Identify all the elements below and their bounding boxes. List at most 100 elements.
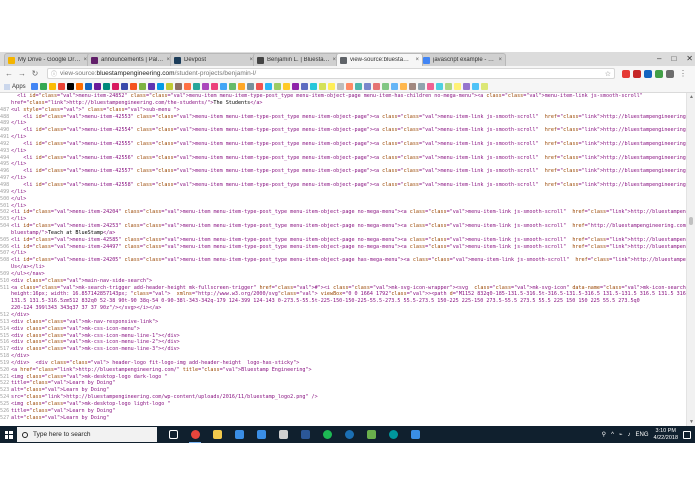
extension-adblock-icon[interactable]	[622, 69, 630, 78]
steam-icon[interactable]	[341, 427, 357, 443]
app-icon[interactable]	[363, 427, 379, 443]
browser-tab[interactable]: view-source:bluestampe ×	[336, 53, 423, 66]
bookmark-favicon-icon[interactable]	[102, 83, 110, 90]
browser-tab[interactable]: announcements | PalyHa ×	[87, 53, 174, 66]
bookmark-favicon-icon[interactable]	[345, 83, 353, 90]
bookmark-favicon-icon[interactable]	[66, 83, 74, 90]
bookmark-favicon-icon[interactable]	[426, 83, 434, 90]
minimize-button[interactable]: –	[657, 54, 661, 63]
bookmark-favicon-icon[interactable]	[57, 83, 65, 90]
bookmark-favicon-icon[interactable]	[417, 83, 425, 90]
scroll-up-icon[interactable]: ▲	[689, 94, 694, 100]
bookmark-favicon-icon[interactable]	[192, 83, 200, 90]
browser-tab[interactable]: My Drive - Google Drive ×	[4, 53, 91, 66]
network-icon[interactable]: ⌁	[619, 431, 623, 438]
extension-shield-icon[interactable]	[633, 69, 641, 78]
store-icon[interactable]	[231, 427, 247, 443]
bookmark-favicon-icon[interactable]	[282, 83, 290, 90]
browser-tab[interactable]: javascript example - Goo ×	[419, 53, 506, 66]
bookmark-favicon-icon[interactable]	[30, 83, 38, 90]
bookmark-favicon-icon[interactable]	[84, 83, 92, 90]
arduino-icon[interactable]	[385, 427, 401, 443]
bookmark-favicon-icon[interactable]	[237, 83, 245, 90]
bookmark-favicon-icon[interactable]	[318, 83, 326, 90]
bookmark-favicon-icon[interactable]	[264, 83, 272, 90]
bookmark-favicon-icon[interactable]	[246, 83, 254, 90]
bookmark-favicon-icon[interactable]	[444, 83, 452, 90]
bookmark-favicon-icon[interactable]	[174, 83, 182, 90]
language-indicator[interactable]: ENG	[636, 432, 649, 438]
taskbar-search-box[interactable]: Type here to search	[17, 427, 157, 442]
bookmark-favicon-icon[interactable]	[273, 83, 281, 90]
bookmark-apps[interactable]: Apps	[4, 83, 26, 90]
bookmark-favicon-icon[interactable]	[399, 83, 407, 90]
bookmark-favicon-icon[interactable]	[327, 83, 335, 90]
bookmark-favicon-icon[interactable]	[210, 83, 218, 90]
bookmark-favicon-icon[interactable]	[408, 83, 416, 90]
bookmark-favicon-icon[interactable]	[291, 83, 299, 90]
spotify-icon[interactable]	[319, 427, 335, 443]
chevron-up-icon[interactable]: ^	[611, 432, 614, 438]
bookmark-favicon-icon[interactable]	[201, 83, 209, 90]
mail-icon[interactable]	[253, 427, 269, 443]
bookmark-favicon-icon[interactable]	[156, 83, 164, 90]
bookmark-favicon-icon[interactable]	[435, 83, 443, 90]
bookmark-favicon-icon[interactable]	[48, 83, 56, 90]
bookmark-favicon-icon[interactable]	[300, 83, 308, 90]
extension-gray-icon[interactable]	[666, 69, 674, 78]
address-bar[interactable]: ⓘ view-source: bluestampengineering.com …	[47, 68, 615, 79]
bookmark-favicon-icon[interactable]	[75, 83, 83, 90]
bookmark-favicon-icon[interactable]	[138, 83, 146, 90]
extension-green-icon[interactable]	[655, 69, 663, 78]
bookmark-favicon-icon[interactable]	[228, 83, 236, 90]
extension-blue-icon[interactable]	[644, 69, 652, 78]
bookmark-favicon-icon[interactable]	[390, 83, 398, 90]
start-button[interactable]	[0, 426, 17, 443]
close-window-button[interactable]: ✕	[686, 54, 693, 63]
info-icon[interactable]: ⓘ	[51, 69, 57, 78]
bookmark-favicon-icon[interactable]	[354, 83, 362, 90]
browser-tab[interactable]: Benjamin L. | Bluestamp ×	[253, 53, 340, 66]
vertical-scrollbar[interactable]: ▲ ▼	[686, 93, 695, 426]
calculator-icon[interactable]	[275, 427, 291, 443]
bookmark-favicon-icon[interactable]	[363, 83, 371, 90]
bookmark-favicon-icon[interactable]	[111, 83, 119, 90]
file-explorer-icon[interactable]	[209, 427, 225, 443]
bookmark-favicon-icon[interactable]	[372, 83, 380, 90]
action-center-icon[interactable]	[683, 430, 691, 439]
bookmark-favicon-icon[interactable]	[309, 83, 317, 90]
volume-icon[interactable]: ♪	[628, 432, 631, 438]
bookmark-favicon-icon[interactable]	[336, 83, 344, 90]
bookmark-favicon-icon[interactable]	[453, 83, 461, 90]
reload-icon[interactable]: ↻	[30, 69, 40, 79]
bookmark-favicon-icon[interactable]	[129, 83, 137, 90]
chrome-icon[interactable]	[187, 427, 203, 443]
photos-icon[interactable]	[407, 427, 423, 443]
bookmark-favicon-icon[interactable]	[183, 83, 191, 90]
forward-arrow-icon[interactable]: →	[17, 69, 27, 79]
clock[interactable]: 3:10 PM 4/22/2018	[654, 428, 678, 442]
scrollbar-thumb[interactable]	[689, 217, 693, 225]
bookmark-favicon-icon[interactable]	[39, 83, 47, 90]
bookmark-favicon-icon[interactable]	[147, 83, 155, 90]
task-view-icon[interactable]	[165, 427, 181, 443]
browser-tab[interactable]: Devpost ×	[170, 53, 257, 66]
bookmark-star-icon[interactable]: ☆	[605, 70, 611, 78]
tab-close-icon[interactable]: ×	[415, 57, 419, 63]
bookmark-favicon-icon[interactable]	[471, 83, 479, 90]
bookmark-favicon-icon[interactable]	[480, 83, 488, 90]
bookmark-favicon-icon[interactable]	[93, 83, 101, 90]
people-icon[interactable]: ⚲	[602, 431, 606, 438]
bookmark-favicon-icon[interactable]	[255, 83, 263, 90]
tab-close-icon[interactable]: ×	[498, 57, 502, 63]
bookmark-favicon-icon[interactable]	[381, 83, 389, 90]
back-arrow-icon[interactable]: ←	[4, 69, 14, 79]
bookmark-favicon-icon[interactable]	[462, 83, 470, 90]
word-icon[interactable]	[297, 427, 313, 443]
bookmark-favicon-icon[interactable]	[165, 83, 173, 90]
maximize-button[interactable]: □	[671, 54, 676, 63]
scroll-down-icon[interactable]: ▼	[689, 419, 694, 425]
menu-kebab-icon[interactable]: ⋮	[678, 69, 688, 79]
bookmark-favicon-icon[interactable]	[219, 83, 227, 90]
bookmark-favicon-icon[interactable]	[120, 83, 128, 90]
